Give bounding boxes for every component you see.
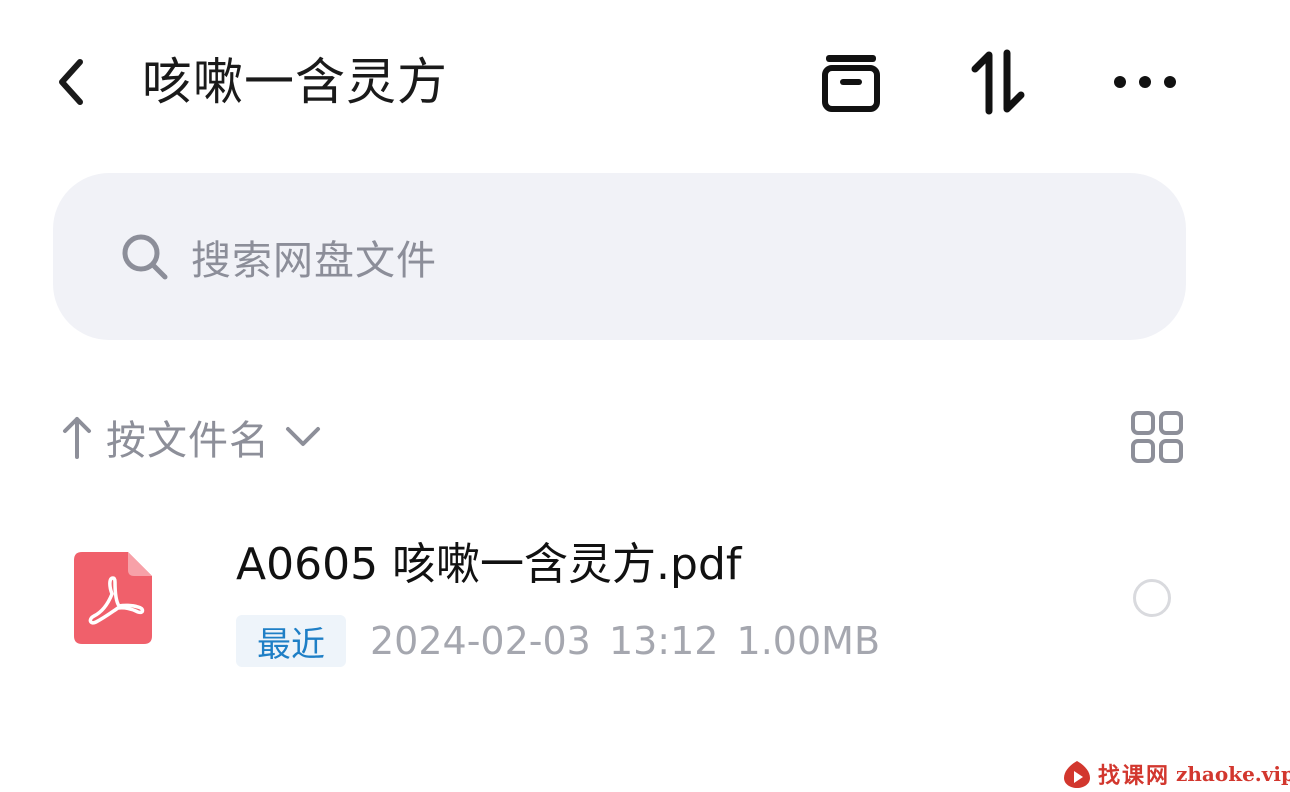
search-icon — [119, 231, 171, 283]
page-title: 咳嗽一含灵方 — [142, 53, 448, 111]
file-size: 1.00MB — [736, 619, 881, 663]
search-placeholder: 搜索网盘文件 — [191, 237, 437, 284]
up-down-arrows-icon — [971, 49, 1025, 115]
play-logo-icon — [1064, 761, 1090, 788]
watermark-url: zhaoke.vip — [1176, 762, 1290, 786]
pdf-file-icon — [74, 552, 152, 644]
more-button[interactable] — [1107, 44, 1183, 120]
grid-view-toggle[interactable] — [1126, 406, 1188, 468]
more-dots-icon — [1114, 76, 1176, 88]
file-name: A0605 咳嗽一含灵方.pdf — [236, 539, 742, 590]
watermark: 找课网 zhaoke.vip — [1062, 756, 1290, 792]
file-list-item[interactable]: A0605 咳嗽一含灵方.pdf 最近 2024-02-03 13:12 1.0… — [0, 520, 1290, 690]
sort-by-label: 按文件名 — [106, 418, 270, 464]
recent-badge: 最近 — [236, 615, 346, 667]
search-input[interactable]: 搜索网盘文件 — [53, 173, 1186, 340]
sort-by-dropdown[interactable]: 按文件名 — [58, 406, 324, 468]
chevron-down-icon — [282, 416, 324, 458]
chevron-left-icon — [59, 59, 83, 105]
grid-view-icon — [1131, 411, 1183, 463]
file-time: 13:12 — [608, 619, 719, 663]
top-app-bar: 咳嗽一含灵方 — [0, 0, 1290, 165]
watermark-brand: 找课网 — [1098, 763, 1171, 789]
archive-button[interactable] — [813, 44, 889, 120]
archive-box-icon — [822, 55, 880, 112]
select-checkbox[interactable] — [1133, 579, 1171, 617]
back-button[interactable] — [42, 50, 102, 114]
file-meta: 2024-02-03 13:12 1.00MB — [370, 616, 880, 666]
file-date: 2024-02-03 — [370, 619, 591, 663]
arrow-up-icon — [58, 411, 96, 463]
sort-order-button[interactable] — [960, 44, 1036, 120]
